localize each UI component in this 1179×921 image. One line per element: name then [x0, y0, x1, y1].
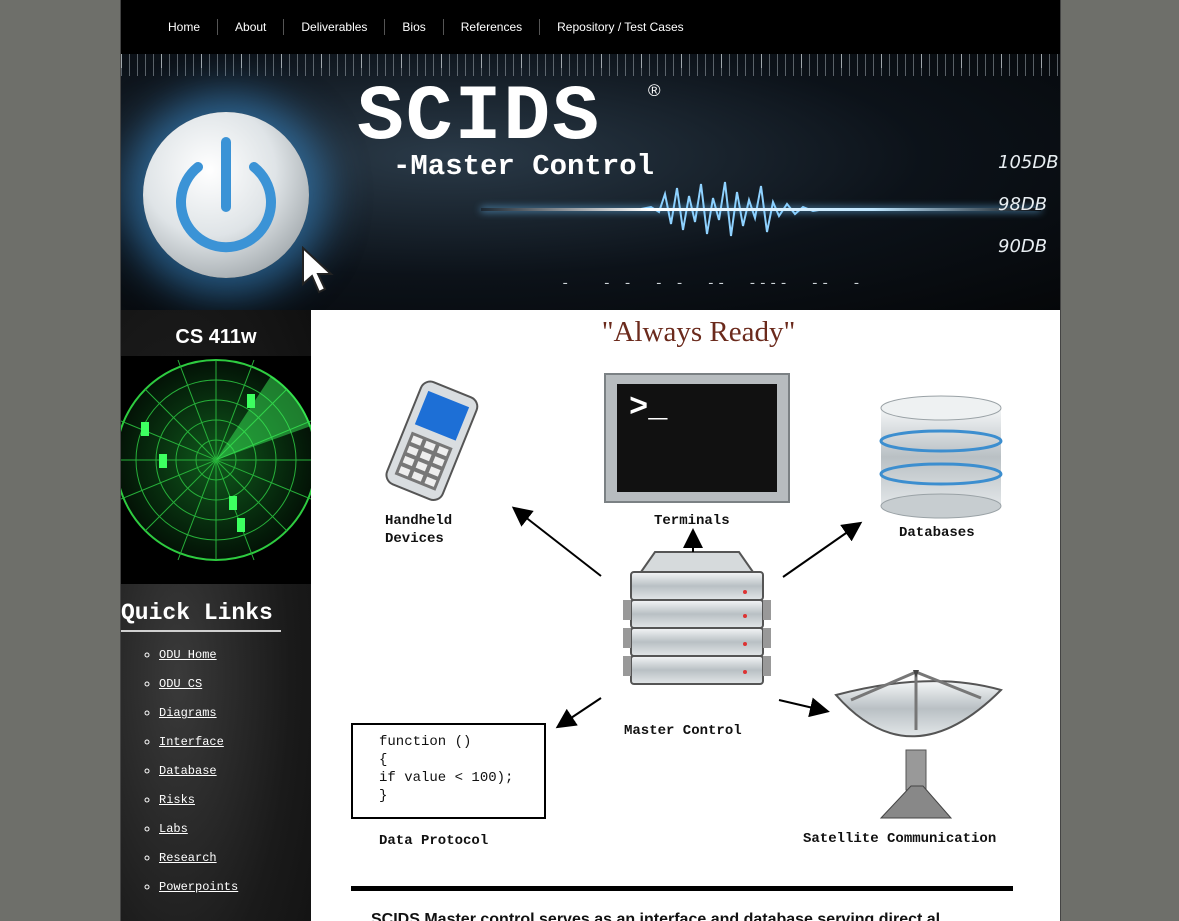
label-handheld-line2: Devices	[385, 531, 444, 547]
intro-paragraph: SCIDS Master control serves as an interf…	[371, 911, 941, 921]
label-databases: Databases	[899, 525, 975, 541]
header-banner: SCIDS ® -Master Control 105DB 98DB 90DB …	[121, 54, 1060, 310]
radar-icon	[121, 359, 317, 561]
label-handheld-line1: Handheld	[385, 513, 453, 529]
arrow-to-data-protocol	[555, 697, 602, 729]
readout-3: 90DB	[998, 236, 1048, 257]
readout-2: 98DB	[998, 194, 1048, 215]
list-item: Interface	[159, 734, 238, 763]
arrow-to-satellite	[778, 697, 830, 718]
code-line: }	[379, 788, 388, 804]
link-database[interactable]: Database	[159, 764, 217, 778]
label-terminals: Terminals	[654, 513, 730, 529]
cursor-icon	[302, 246, 334, 294]
page: Home About Deliverables Bios References …	[120, 0, 1061, 921]
banner-title: SCIDS	[357, 74, 602, 162]
label-master-control: Master Control	[624, 723, 742, 739]
list-item: ODU Home	[159, 647, 238, 676]
code-line: if value < 100);	[379, 770, 514, 786]
phone-icon	[385, 380, 479, 501]
label-satellite: Satellite Communication	[803, 831, 997, 847]
code-box: function () { if value < 100); }	[351, 723, 546, 819]
list-item: Risks	[159, 792, 238, 821]
satellite-dish-icon	[834, 670, 1003, 819]
course-title: CS 411w	[175, 326, 257, 348]
divider	[351, 886, 1013, 891]
nav-repository[interactable]: Repository / Test Cases	[540, 20, 701, 34]
power-button-graphic	[143, 112, 309, 278]
list-item: Database	[159, 763, 238, 792]
power-icon	[176, 137, 276, 253]
sidebar: CS 411w Quick Links ◦ ODU Home ◦ ODU CS …	[121, 310, 317, 921]
readout-1: 105DB	[998, 152, 1059, 173]
light-streak	[481, 208, 1041, 211]
nav-references[interactable]: References	[444, 20, 539, 34]
radar-graphic	[121, 356, 317, 584]
list-item: ODU CS	[159, 676, 238, 705]
database-icon	[879, 395, 1003, 519]
link-interface[interactable]: Interface	[159, 735, 224, 749]
link-research[interactable]: Research	[159, 851, 217, 865]
list-item: Research	[159, 850, 238, 879]
server-icon	[623, 551, 771, 685]
banner-dashes: - - - - - -- ---- -- -	[561, 276, 863, 292]
quick-links-list: ODU Home ODU CS Diagrams Interface Datab…	[131, 647, 238, 908]
code-line: {	[379, 752, 388, 768]
registered-mark: ®	[648, 81, 661, 100]
link-odu-cs[interactable]: ODU CS	[159, 677, 202, 691]
quick-links-title: Quick Links	[121, 600, 281, 632]
arrow-to-databases	[782, 521, 863, 578]
nav-deliverables[interactable]: Deliverables	[284, 20, 384, 34]
terminal-prompt: >_	[629, 389, 668, 426]
link-odu-home[interactable]: ODU Home	[159, 648, 217, 662]
link-labs[interactable]: Labs	[159, 822, 188, 836]
arrow-to-handheld	[511, 506, 602, 577]
list-item: Diagrams	[159, 705, 238, 734]
link-risks[interactable]: Risks	[159, 793, 195, 807]
list-item: Powerpoints	[159, 879, 238, 908]
terminal-icon: >_	[604, 373, 790, 503]
label-data-protocol: Data Protocol	[379, 833, 489, 849]
nav-home[interactable]: Home	[151, 20, 217, 34]
banner-subtitle: -Master Control	[393, 150, 655, 183]
link-diagrams[interactable]: Diagrams	[159, 706, 217, 720]
list-item: Labs	[159, 821, 238, 850]
main-content: "Always Ready" >_ Handheld Devices Termi…	[311, 310, 1060, 921]
nav-about[interactable]: About	[218, 20, 283, 34]
nav-bios[interactable]: Bios	[385, 20, 442, 34]
link-powerpoints[interactable]: Powerpoints	[159, 880, 238, 894]
banner-ruler-major	[121, 54, 1060, 68]
top-nav: Home About Deliverables Bios References …	[121, 0, 1060, 54]
code-line: function ()	[379, 734, 472, 750]
